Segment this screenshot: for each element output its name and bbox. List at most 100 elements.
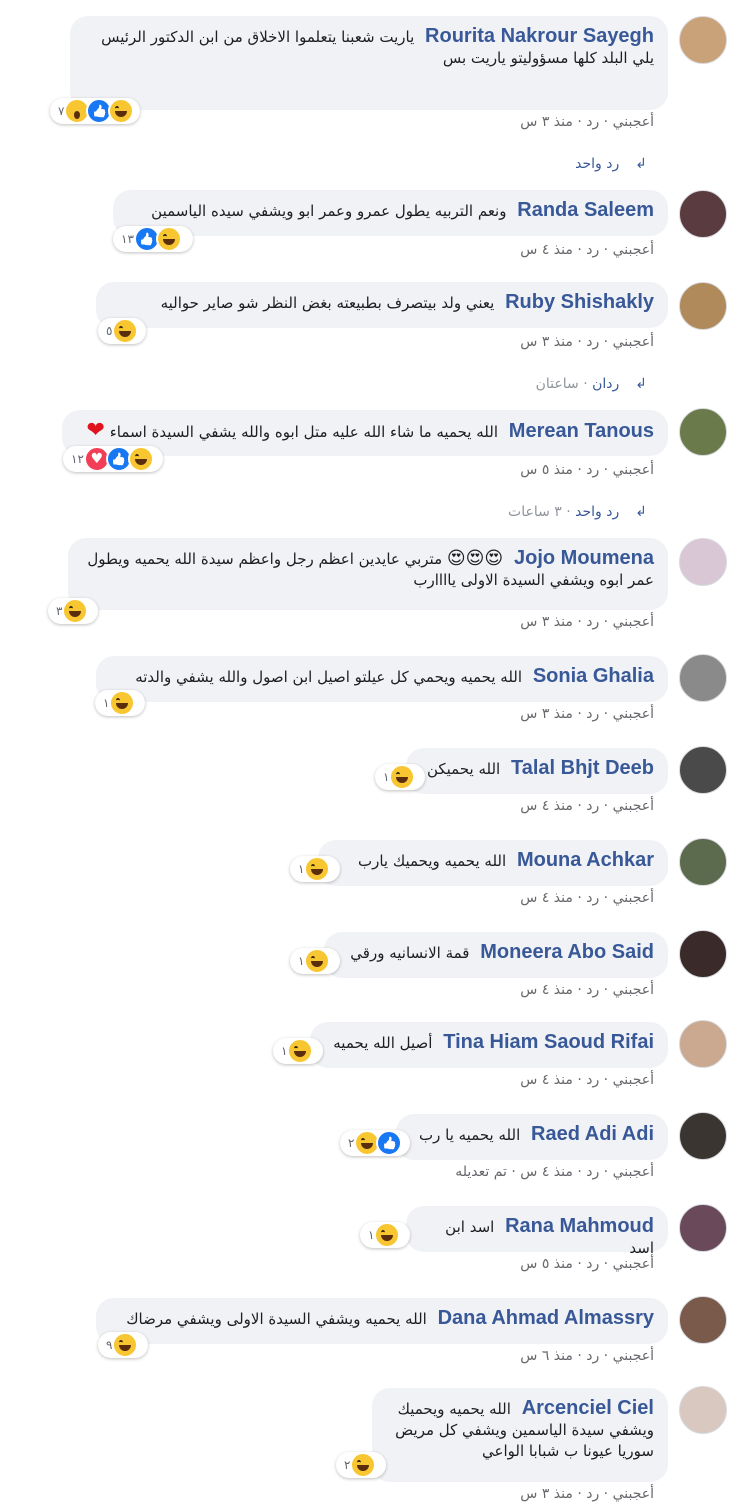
reply-arrow-icon: ↲ — [635, 156, 647, 172]
reaction-summary[interactable]: ٩ — [98, 1332, 148, 1358]
like-link[interactable]: أعجبني — [613, 242, 654, 258]
reaction-summary[interactable]: ١ — [95, 690, 145, 716]
reply-link[interactable]: رد — [586, 1256, 599, 1272]
reply-link[interactable]: رد — [586, 242, 599, 258]
comment-bubble: Dana Ahmad Almassry الله يحميه ويشفي الس… — [96, 1298, 668, 1344]
comment-time[interactable]: منذ ٤ س — [520, 1072, 573, 1088]
edited-label[interactable]: تم تعديله — [455, 1164, 507, 1180]
comment-time[interactable]: منذ ٤ س — [520, 798, 573, 814]
comment-author-link[interactable]: Randa Saleem — [517, 199, 654, 221]
view-replies-link[interactable]: ↲ردان · ساعتان — [536, 376, 647, 392]
comment-time[interactable]: منذ ٤ س — [520, 982, 573, 998]
comment-actions: أعجبني · رد · منذ ٦ س — [520, 1348, 654, 1364]
avatar[interactable] — [679, 408, 727, 456]
like-link[interactable]: أعجبني — [613, 462, 654, 478]
comment-author-link[interactable]: Talal Bhjt Deeb — [511, 757, 654, 779]
like-link[interactable]: أعجبني — [613, 1348, 654, 1364]
like-link[interactable]: أعجبني — [613, 1164, 654, 1180]
reaction-summary[interactable]: ١ — [360, 1222, 410, 1248]
comment-author-link[interactable]: Arcenciel Ciel — [522, 1397, 654, 1419]
avatar[interactable] — [679, 1386, 727, 1434]
view-replies-link[interactable]: ↲رد واحد · ٣ ساعات — [508, 504, 647, 520]
comment-time[interactable]: منذ ٣ س — [520, 614, 573, 630]
reaction-summary[interactable]: ٢ — [336, 1452, 386, 1478]
comment-time[interactable]: منذ ٣ س — [520, 334, 573, 350]
haha-reaction-icon — [109, 690, 136, 716]
reply-link[interactable]: رد — [586, 1072, 599, 1088]
avatar[interactable] — [679, 190, 727, 238]
comment-author-link[interactable]: Ruby Shishakly — [505, 291, 654, 313]
avatar[interactable] — [679, 654, 727, 702]
like-link[interactable]: أعجبني — [613, 890, 654, 906]
reply-link[interactable]: رد — [586, 1486, 599, 1502]
comment-time[interactable]: منذ ٣ س — [520, 706, 573, 722]
reaction-summary[interactable]: ٢ — [340, 1130, 410, 1156]
avatar[interactable] — [679, 746, 727, 794]
avatar[interactable] — [679, 16, 727, 64]
comment-author-link[interactable]: Rourita Nakrour Sayegh — [425, 25, 654, 47]
reaction-summary[interactable]: ١ — [290, 948, 340, 974]
reply-link[interactable]: رد — [586, 1348, 599, 1364]
like-link[interactable]: أعجبني — [613, 982, 654, 998]
like-link[interactable]: أعجبني — [613, 1486, 654, 1502]
reply-link[interactable]: رد — [586, 114, 599, 130]
comment-bubble: Moneera Abo Said قمة الانسانيه ورقي — [324, 932, 668, 978]
reply-link[interactable]: رد — [586, 706, 599, 722]
comment-actions: أعجبني · رد · منذ ٤ س — [520, 798, 654, 814]
reaction-summary[interactable]: ١٣ — [113, 226, 193, 252]
comment-author-link[interactable]: Raed Adi Adi — [531, 1123, 654, 1145]
avatar[interactable] — [679, 1204, 727, 1252]
avatar[interactable] — [679, 1112, 727, 1160]
comment-author-link[interactable]: Moneera Abo Said — [480, 941, 654, 963]
avatar[interactable] — [679, 1020, 727, 1068]
like-link[interactable]: أعجبني — [613, 334, 654, 350]
reaction-summary[interactable]: ١ — [375, 764, 425, 790]
comment-time[interactable]: منذ ٦ س — [520, 1348, 573, 1364]
reaction-summary[interactable]: ١٢ — [63, 446, 163, 472]
like-link[interactable]: أعجبني — [613, 1256, 654, 1272]
view-replies-link[interactable]: ↲ رد واحد — [575, 156, 647, 172]
reaction-summary[interactable]: ٧ — [50, 98, 140, 124]
haha-reaction-icon — [127, 446, 154, 472]
avatar[interactable] — [679, 930, 727, 978]
comment-time[interactable]: منذ ٣ س — [520, 1486, 573, 1502]
comment-time[interactable]: منذ ٤ س — [520, 890, 573, 906]
reply-link[interactable]: رد — [586, 890, 599, 906]
like-link[interactable]: أعجبني — [613, 798, 654, 814]
comment-text: الله يحميكن — [426, 760, 501, 778]
reply-link[interactable]: رد — [586, 614, 599, 630]
comment-time[interactable]: منذ ٥ س — [520, 462, 573, 478]
comment-time[interactable]: منذ ٤ س — [520, 242, 573, 258]
comment-time[interactable]: منذ ٥ س — [520, 1256, 573, 1272]
like-link[interactable]: أعجبني — [613, 114, 654, 130]
haha-reaction-icon — [287, 1038, 314, 1064]
avatar[interactable] — [679, 838, 727, 886]
reaction-summary[interactable]: ١ — [273, 1038, 323, 1064]
comment-author-link[interactable]: Jojo Moumena — [514, 547, 654, 569]
reply-link[interactable]: رد — [586, 982, 599, 998]
comment-author-link[interactable]: Dana Ahmad Almassry — [438, 1307, 654, 1329]
like-link[interactable]: أعجبني — [613, 706, 654, 722]
reply-link[interactable]: رد — [586, 334, 599, 350]
comment-time[interactable]: منذ ٤ س — [520, 1164, 573, 1180]
avatar[interactable] — [679, 282, 727, 330]
reply-link[interactable]: رد — [586, 798, 599, 814]
reaction-summary[interactable]: ٣ — [48, 598, 98, 624]
comment-author-link[interactable]: Mouna Achkar — [517, 849, 654, 871]
reaction-summary[interactable]: ١ — [290, 856, 340, 882]
reply-link[interactable]: رد — [586, 462, 599, 478]
reaction-summary[interactable]: ٥ — [98, 318, 146, 344]
like-link[interactable]: أعجبني — [613, 614, 654, 630]
avatar[interactable] — [679, 1296, 727, 1344]
comment-author-link[interactable]: Tina Hiam Saoud Rifai — [443, 1031, 654, 1053]
comment-time[interactable]: منذ ٣ س — [520, 114, 573, 130]
avatar[interactable] — [679, 538, 727, 586]
reply-link[interactable]: رد — [586, 1164, 599, 1180]
comment-actions: أعجبني · رد · منذ ٤ س — [520, 1072, 654, 1088]
like-link[interactable]: أعجبني — [613, 1072, 654, 1088]
comment-author-link[interactable]: Sonia Ghalia — [533, 665, 654, 687]
replies-label: ردان — [592, 376, 620, 392]
comment-author-link[interactable]: Rana Mahmoud — [505, 1215, 654, 1237]
comment-text: الله يحميه ما شاء الله عليه متل ابوه وال… — [109, 423, 498, 441]
comment-author-link[interactable]: Merean Tanous — [509, 420, 654, 442]
